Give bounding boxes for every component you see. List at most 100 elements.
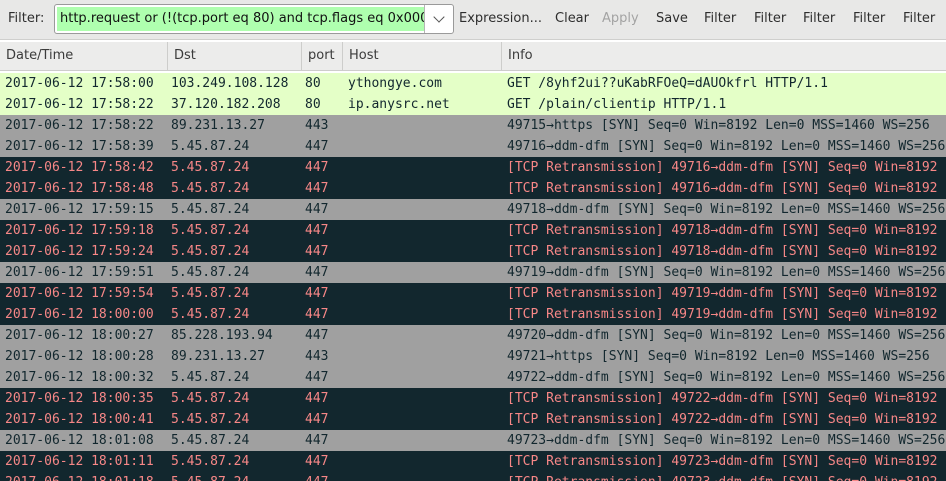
cell-port: 447 [305, 391, 329, 406]
cell-dst: 5.45.87.24 [171, 223, 250, 238]
filter-label: Filter: [8, 11, 45, 26]
expression-button[interactable]: Expression... [459, 11, 542, 26]
cell-info: 49722→ddm-dfm [SYN] Seq=0 Win=8192 Len=0… [507, 370, 946, 385]
packet-row[interactable]: 2017-06-12 18:01:11 5.45.87.24 447 [TCP Ret… [0, 451, 946, 472]
cell-port: 447 [305, 160, 329, 175]
cell-info: [TCP Retransmission] 49722→ddm-dfm [SYN]… [507, 391, 938, 406]
cell-port: 447 [305, 472, 341, 481]
cell-datetime: 2017-06-12 17:59:18 [5, 223, 154, 238]
packet-row[interactable]: 2017-06-12 17:59:18 5.45.87.24 447 [TCP Ret… [0, 220, 946, 241]
cell-datetime: 2017-06-12 18:01:08 [5, 433, 154, 448]
cell-info: [TCP Retransmission] 49723→ddm-dfm [SYN]… [507, 472, 946, 481]
packet-row[interactable]: 2017-06-12 17:58:22 89.231.13.27 443 49715→… [0, 115, 946, 136]
cell-info: 49721→https [SYN] Seq=0 Win=8192 Len=0 M… [507, 349, 930, 364]
column-header-datetime[interactable]: Date/Time [0, 42, 168, 70]
packet-row[interactable]: 2017-06-12 18:00:32 5.45.87.24 447 49722→dd… [0, 367, 946, 388]
cell-port: 447 [305, 412, 329, 427]
cell-dst: 5.45.87.24 [171, 286, 250, 301]
cell-info: [TCP Retransmission] 49718→ddm-dfm [SYN]… [507, 223, 938, 238]
packet-row[interactable]: 2017-06-12 18:00:28 89.231.13.27 443 49721→… [0, 346, 946, 367]
cell-datetime: 2017-06-12 17:58:22 [5, 118, 154, 133]
cell-dst: 5.45.87.24 [171, 454, 250, 469]
cell-port: 443 [305, 349, 329, 364]
cell-datetime: 2017-06-12 17:58:39 [5, 139, 154, 154]
packet-row[interactable]: 2017-06-12 17:58:22 37.120.182.208 80 ip.an… [0, 94, 946, 115]
cell-info: [TCP Retransmission] 49722→ddm-dfm [SYN]… [507, 412, 938, 427]
cell-datetime: 2017-06-12 17:59:51 [5, 265, 154, 280]
packet-row[interactable]: 2017-06-12 17:58:00 103.249.108.128 80 ytho… [0, 73, 946, 94]
filter-button-4[interactable]: Filter [853, 11, 885, 26]
cell-datetime: 2017-06-12 18:00:41 [5, 412, 154, 427]
cell-datetime: 2017-06-12 17:58:22 [5, 97, 154, 112]
cell-datetime: 2017-06-12 18:00:27 [5, 328, 154, 343]
cell-info: [TCP Retransmission] 49719→ddm-dfm [SYN]… [507, 307, 938, 322]
filter-combobox[interactable]: http.request or (!(tcp.port eq 80) and t… [54, 4, 454, 34]
cell-info: GET /plain/clientip HTTP/1.1 [507, 97, 727, 112]
column-header-info[interactable]: Info [502, 42, 946, 70]
cell-host: ythongye.com [348, 76, 442, 91]
packet-row[interactable]: 2017-06-12 17:59:24 5.45.87.24 447 [TCP Ret… [0, 241, 946, 262]
column-header-host[interactable]: Host [343, 42, 502, 70]
packet-row[interactable]: 2017-06-12 17:59:51 5.45.87.24 447 49719→dd… [0, 262, 946, 283]
packet-row[interactable]: 2017-06-12 18:00:00 5.45.87.24 447 [TCP Ret… [0, 304, 946, 325]
cell-info: 49723→ddm-dfm [SYN] Seq=0 Win=8192 Len=0… [507, 433, 946, 448]
cell-info: 49720→ddm-dfm [SYN] Seq=0 Win=8192 Len=0… [507, 328, 946, 343]
filter-button-5[interactable]: Filter [903, 11, 935, 26]
cell-datetime: 2017-06-12 18:00:28 [5, 349, 154, 364]
packet-row[interactable]: 2017-06-12 18:01:08 5.45.87.24 447 49723→dd… [0, 430, 946, 451]
cell-dst: 5.45.87.24 [171, 472, 299, 481]
cell-datetime: 2017-06-12 17:59:24 [5, 244, 154, 259]
filter-history-dropdown[interactable] [424, 5, 453, 33]
save-button[interactable]: Save [656, 11, 688, 26]
cell-dst: 5.45.87.24 [171, 202, 250, 217]
packet-row[interactable]: 2017-06-12 17:58:39 5.45.87.24 447 49716→dd… [0, 136, 946, 157]
cell-datetime: 2017-06-12 17:58:42 [5, 160, 154, 175]
cell-port: 447 [305, 454, 329, 469]
cell-port: 447 [305, 181, 329, 196]
apply-button[interactable]: Apply [602, 11, 639, 26]
cell-datetime: 2017-06-12 17:59:15 [5, 202, 154, 217]
packet-row[interactable]: 2017-06-12 17:59:15 5.45.87.24 447 49718→dd… [0, 199, 946, 220]
packet-row[interactable]: 2017-06-12 18:00:35 5.45.87.24 447 [TCP Ret… [0, 388, 946, 409]
cell-info: [TCP Retransmission] 49718→ddm-dfm [SYN]… [507, 244, 938, 259]
clear-button[interactable]: Clear [555, 11, 589, 26]
packet-list-header: Date/Time Dst port Host Info [0, 42, 946, 71]
cell-dst: 89.231.13.27 [171, 118, 265, 133]
filter-toolbar: Filter: http.request or (!(tcp.port eq 8… [0, 0, 946, 40]
packet-row[interactable]: 2017-06-12 17:58:42 5.45.87.24 447 [TCP Ret… [0, 157, 946, 178]
packet-row[interactable]: 2017-06-12 17:58:48 5.45.87.24 447 [TCP Ret… [0, 178, 946, 199]
packet-list[interactable]: 2017-06-12 17:58:00 103.249.108.128 80 ytho… [0, 73, 946, 481]
cell-info: [TCP Retransmission] 49723→ddm-dfm [SYN]… [507, 454, 938, 469]
cell-port: 447 [305, 139, 329, 154]
cell-datetime: 2017-06-12 18:00:32 [5, 370, 154, 385]
packet-row[interactable]: 2017-06-12 18:01:18 5.45.87.24 447 [TCP Ret… [0, 472, 946, 481]
cell-datetime: 2017-06-12 18:01:11 [5, 454, 154, 469]
cell-dst: 5.45.87.24 [171, 181, 250, 196]
cell-datetime: 2017-06-12 17:59:54 [5, 286, 154, 301]
column-header-port[interactable]: port [302, 42, 343, 70]
packet-row[interactable]: 2017-06-12 18:00:27 85.228.193.94 447 49720… [0, 325, 946, 346]
cell-dst: 5.45.87.24 [171, 139, 250, 154]
cell-host: ip.anysrc.net [348, 97, 450, 112]
cell-dst: 37.120.182.208 [171, 97, 281, 112]
cell-port: 80 [305, 97, 321, 112]
packet-row[interactable]: 2017-06-12 17:59:54 5.45.87.24 447 [TCP Ret… [0, 283, 946, 304]
cell-port: 447 [305, 328, 329, 343]
cell-datetime: 2017-06-12 18:01:18 [5, 472, 167, 481]
cell-port: 447 [305, 202, 329, 217]
column-header-dst[interactable]: Dst [168, 42, 302, 70]
cell-info: 49716→ddm-dfm [SYN] Seq=0 Win=8192 Len=0… [507, 139, 946, 154]
cell-port: 443 [305, 118, 329, 133]
cell-dst: 5.45.87.24 [171, 391, 250, 406]
cell-info: GET /8yhf2ui??uKabRFOeQ=dAUOkfrl HTTP/1.… [507, 76, 828, 91]
packet-row[interactable]: 2017-06-12 18:00:41 5.45.87.24 447 [TCP Ret… [0, 409, 946, 430]
chevron-down-icon [433, 11, 445, 23]
cell-datetime: 2017-06-12 18:00:00 [5, 307, 154, 322]
cell-info: [TCP Retransmission] 49719→ddm-dfm [SYN]… [507, 286, 938, 301]
display-filter-input[interactable]: http.request or (!(tcp.port eq 80) and t… [57, 7, 425, 31]
cell-dst: 85.228.193.94 [171, 328, 273, 343]
filter-button-1[interactable]: Filter [704, 11, 736, 26]
filter-button-3[interactable]: Filter [803, 11, 835, 26]
cell-info: [TCP Retransmission] 49716→ddm-dfm [SYN]… [507, 160, 938, 175]
filter-button-2[interactable]: Filter [754, 11, 786, 26]
